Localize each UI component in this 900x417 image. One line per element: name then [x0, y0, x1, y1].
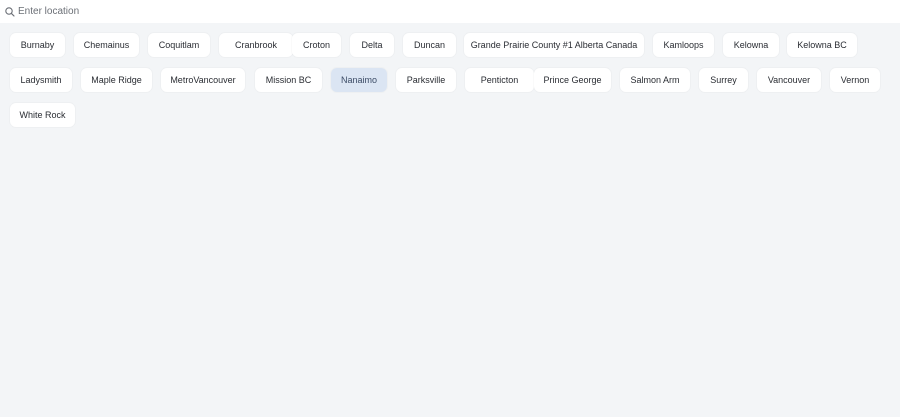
search-icon — [4, 5, 16, 17]
location-chip-salmon-arm[interactable]: Salmon Arm — [620, 68, 690, 92]
location-chip-prince-george[interactable]: Prince George — [534, 68, 611, 92]
location-chip-ladysmith[interactable]: Ladysmith — [10, 68, 72, 92]
location-chip-cranbrook[interactable]: Cranbrook — [219, 33, 293, 57]
location-chip-croton[interactable]: Croton — [292, 33, 341, 57]
location-chip-nanaimo[interactable]: Nanaimo — [331, 68, 387, 92]
search-input[interactable] — [18, 2, 878, 20]
location-chip-maple-ridge[interactable]: Maple Ridge — [81, 68, 152, 92]
location-chip-kelowna[interactable]: Kelowna — [723, 33, 779, 57]
location-chip-chemainus[interactable]: Chemainus — [74, 33, 139, 57]
location-chip-kelowna-bc[interactable]: Kelowna BC — [787, 33, 857, 57]
location-chip-kamloops[interactable]: Kamloops — [653, 33, 714, 57]
location-chip-vernon[interactable]: Vernon — [830, 68, 880, 92]
location-chip-metrovancouver[interactable]: MetroVancouver — [161, 68, 245, 92]
search-bar — [0, 0, 900, 23]
location-chip-penticton[interactable]: Penticton — [465, 68, 534, 92]
location-chip-parksville[interactable]: Parksville — [396, 68, 456, 92]
location-chip-mission-bc[interactable]: Mission BC — [255, 68, 322, 92]
location-chip-grande-prairie[interactable]: Grande Prairie County #1 Alberta Canada — [464, 33, 644, 57]
location-chip-coquitlam[interactable]: Coquitlam — [148, 33, 210, 57]
location-chip-vancouver[interactable]: Vancouver — [757, 68, 821, 92]
location-chip-delta[interactable]: Delta — [350, 33, 394, 57]
location-chip-white-rock[interactable]: White Rock — [10, 103, 75, 127]
location-chip-burnaby[interactable]: Burnaby — [10, 33, 65, 57]
location-chip-duncan[interactable]: Duncan — [403, 33, 456, 57]
location-chip-surrey[interactable]: Surrey — [699, 68, 748, 92]
